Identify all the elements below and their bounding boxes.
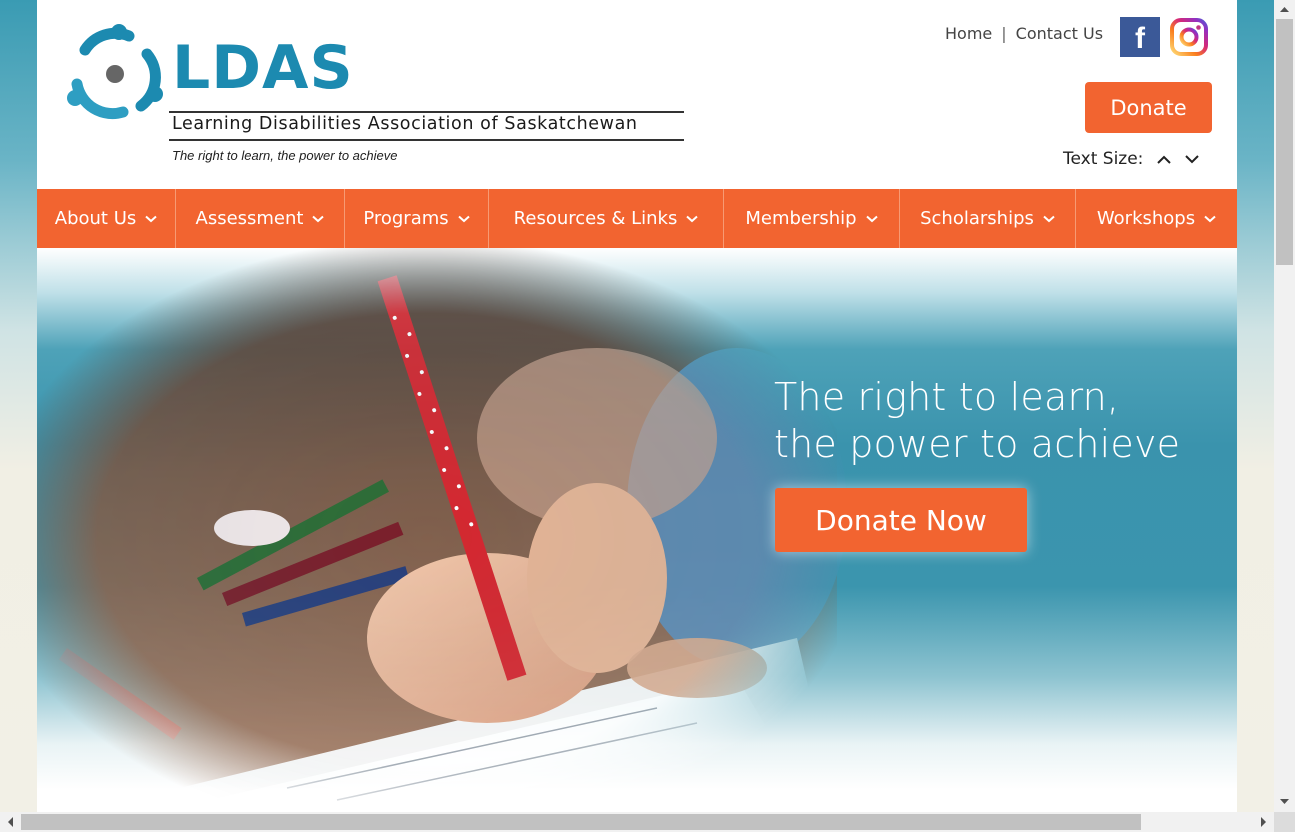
hero-headline: The right to learn, the power to achieve: [774, 374, 1180, 468]
chevron-down-icon: [457, 215, 470, 222]
hero-photo-child-writing: [37, 248, 847, 812]
nav-item-assessment[interactable]: Assessment: [176, 189, 345, 248]
vertical-scroll-thumb[interactable]: [1276, 19, 1293, 265]
nav-item-workshops[interactable]: Workshops: [1076, 189, 1237, 248]
scroll-up-arrow-icon[interactable]: [1279, 4, 1290, 15]
site-logo[interactable]: LDAS Learning Disabilities Association o…: [67, 18, 687, 168]
horizontal-scrollbar[interactable]: [0, 812, 1274, 832]
horizontal-scroll-thumb[interactable]: [21, 814, 1141, 830]
hero-headline-line-1: The right to learn,: [774, 375, 1120, 419]
nav-item-scholarships[interactable]: Scholarships: [900, 189, 1076, 248]
contact-us-link[interactable]: Contact Us: [1016, 24, 1103, 43]
chevron-down-icon: [1204, 215, 1216, 222]
text-size-increase-button[interactable]: [1153, 148, 1175, 170]
donate-now-button[interactable]: Donate Now: [775, 488, 1027, 552]
scroll-down-arrow-icon[interactable]: [1279, 796, 1290, 807]
link-separator: |: [1001, 24, 1007, 43]
nav-item-label: Resources & Links: [513, 208, 678, 229]
home-link[interactable]: Home: [945, 24, 992, 43]
nav-item-label: Scholarships: [920, 208, 1034, 229]
page-container: LDAS Learning Disabilities Association o…: [37, 0, 1237, 812]
hero-banner: The right to learn, the power to achieve…: [37, 248, 1237, 812]
ldas-logo-mark-icon: [67, 24, 163, 120]
logo-divider: [169, 111, 684, 113]
facebook-icon[interactable]: f: [1120, 17, 1160, 57]
nav-item-resources-links[interactable]: Resources & Links: [489, 189, 724, 248]
chevron-down-icon: [686, 215, 698, 222]
chevron-down-icon: [865, 215, 878, 222]
main-nav: About Us Assessment Programs Resources &…: [37, 189, 1237, 248]
text-size-control: Text Size:: [1063, 148, 1203, 170]
nav-item-label: Workshops: [1096, 208, 1196, 229]
facebook-glyph: f: [1135, 22, 1145, 55]
nav-item-label: About Us: [54, 208, 137, 229]
scroll-right-arrow-icon[interactable]: [1258, 816, 1269, 828]
chevron-down-icon: [1185, 154, 1200, 163]
nav-item-membership[interactable]: Membership: [724, 189, 900, 248]
chevron-up-icon: [1157, 155, 1172, 164]
logo-divider: [169, 139, 684, 141]
text-size-label: Text Size:: [1063, 149, 1144, 169]
scrollbar-corner: [1274, 812, 1295, 832]
chevron-down-icon: [312, 215, 325, 222]
nav-item-label: Programs: [363, 208, 449, 229]
nav-item-label: Assessment: [195, 208, 304, 229]
logo-tagline: The right to learn, the power to achieve: [172, 148, 398, 163]
scroll-left-arrow-icon[interactable]: [5, 816, 16, 828]
logo-title: LDAS: [172, 33, 354, 103]
chevron-down-icon: [1043, 215, 1055, 222]
instagram-icon[interactable]: [1169, 17, 1209, 57]
donate-button[interactable]: Donate: [1085, 82, 1212, 133]
utility-links: Home | Contact Us: [945, 24, 1103, 43]
chevron-down-icon: [145, 215, 157, 222]
nav-item-label: Membership: [745, 208, 857, 229]
vertical-scrollbar[interactable]: [1274, 0, 1295, 812]
hero-headline-line-2: the power to achieve: [774, 422, 1181, 466]
nav-item-programs[interactable]: Programs: [345, 189, 489, 248]
text-size-decrease-button[interactable]: [1181, 148, 1203, 170]
nav-item-about-us[interactable]: About Us: [37, 189, 176, 248]
logo-subtitle: Learning Disabilities Association of Sas…: [172, 114, 638, 134]
